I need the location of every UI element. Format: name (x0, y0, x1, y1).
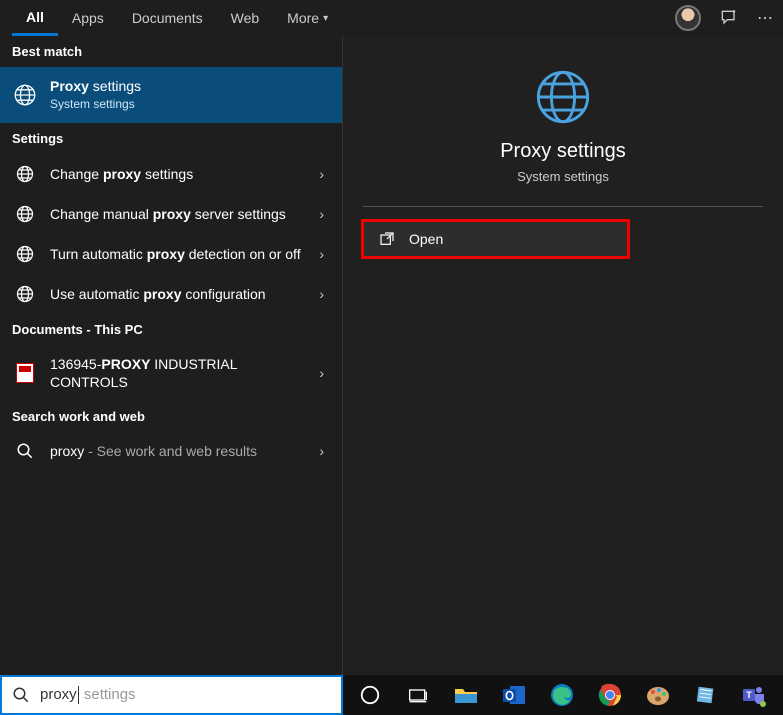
open-action[interactable]: Open (363, 221, 628, 257)
result-settings-3[interactable]: Use automatic proxy configuration› (0, 274, 342, 314)
edge-icon[interactable] (549, 682, 575, 708)
taskbar: T (343, 675, 783, 715)
teams-icon[interactable]: T (741, 682, 767, 708)
paint-icon[interactable] (645, 682, 671, 708)
search-icon (12, 442, 38, 460)
user-avatar[interactable] (675, 5, 701, 31)
result-settings-0[interactable]: Change proxy settings› (0, 154, 342, 194)
task-view-icon[interactable] (405, 682, 431, 708)
tab-apps[interactable]: Apps (58, 0, 118, 36)
tab-documents[interactable]: Documents (118, 0, 217, 36)
tab-all[interactable]: All (12, 0, 58, 36)
search-input-container[interactable]: proxy settings (0, 675, 343, 715)
search-scope-tabs: All Apps Documents Web More▾ ⋯ (0, 0, 783, 36)
chevron-right-icon[interactable]: › (313, 443, 330, 459)
notepad-icon[interactable] (693, 682, 719, 708)
section-web: Search work and web (0, 401, 342, 432)
chevron-right-icon[interactable]: › (313, 206, 330, 222)
globe-icon (12, 244, 38, 264)
divider (363, 206, 763, 207)
results-panel: Best match Proxy settings System setting… (0, 36, 343, 675)
outlook-icon[interactable] (501, 682, 527, 708)
more-options-icon[interactable]: ⋯ (757, 8, 773, 28)
svg-text:T: T (746, 690, 752, 700)
result-document[interactable]: 136945-PROXY INDUSTRIAL CONTROLS › (0, 345, 342, 401)
pdf-icon (12, 363, 38, 383)
tab-more[interactable]: More▾ (273, 0, 342, 36)
result-web-search[interactable]: proxy - See work and web results › (0, 432, 342, 470)
open-icon (379, 231, 395, 247)
preview-panel: Proxy settings System settings Open (343, 36, 783, 675)
tab-web[interactable]: Web (217, 0, 274, 36)
globe-icon (12, 164, 38, 184)
preview-subtitle: System settings (517, 169, 609, 184)
cortana-icon[interactable] (357, 682, 383, 708)
section-documents: Documents - This PC (0, 314, 342, 345)
globe-icon (534, 68, 592, 126)
chevron-right-icon[interactable]: › (313, 365, 330, 381)
section-best-match: Best match (0, 36, 342, 67)
result-settings-1[interactable]: Change manual proxy server settings› (0, 194, 342, 234)
globe-icon (12, 284, 38, 304)
search-icon (2, 686, 40, 704)
result-settings-2[interactable]: Turn automatic proxy detection on or off… (0, 234, 342, 274)
chevron-right-icon[interactable]: › (313, 166, 330, 182)
chrome-icon[interactable] (597, 682, 623, 708)
search-input[interactable]: proxy settings (40, 686, 341, 704)
globe-icon (12, 204, 38, 224)
feedback-icon[interactable] (719, 8, 739, 28)
section-settings: Settings (0, 123, 342, 154)
globe-icon (12, 82, 38, 108)
preview-title: Proxy settings (500, 140, 626, 163)
chevron-right-icon[interactable]: › (313, 246, 330, 262)
chevron-right-icon[interactable]: › (313, 286, 330, 302)
file-explorer-icon[interactable] (453, 682, 479, 708)
open-label: Open (409, 231, 443, 247)
result-best-proxy-settings[interactable]: Proxy settings System settings (0, 67, 342, 123)
